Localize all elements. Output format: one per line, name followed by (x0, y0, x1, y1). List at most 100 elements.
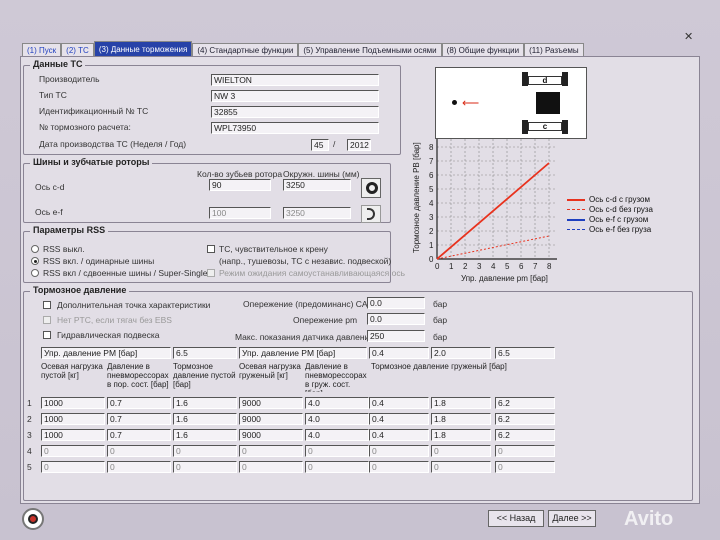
pm-right-value-2[interactable]: 2.0 (431, 347, 491, 359)
rss-twin-radio[interactable] (31, 269, 39, 277)
x-tick-label: 3 (477, 262, 482, 271)
cell-brake-empty[interactable]: 1.6 (173, 429, 237, 441)
col-brake-empty: Тормозное давление пустой [бар] (173, 362, 236, 389)
cell-b3[interactable]: 0 (495, 445, 555, 457)
cell-load[interactable]: 9000 (239, 413, 303, 425)
cell-b2[interactable]: 0 (431, 445, 491, 457)
cell-b1[interactable]: 0.4 (369, 397, 429, 409)
pm-left-value[interactable]: 6.5 (173, 347, 237, 359)
rss-off-radio[interactable] (31, 245, 39, 253)
tab-connectors[interactable]: (11) Разъемы (524, 43, 584, 57)
cell-b3[interactable]: 0 (495, 461, 555, 473)
cell-press-loaded[interactable]: 0 (305, 445, 369, 457)
cell-press-loaded[interactable]: 4.0 (305, 413, 369, 425)
advance-can-label: Опережение (предоминанс) CAN (243, 299, 374, 309)
hydraulic-checkbox[interactable] (43, 331, 51, 339)
close-icon[interactable]: ✕ (684, 30, 693, 43)
cell-empty-load[interactable]: 0 (41, 461, 105, 473)
type-label: Тип ТС (39, 90, 67, 100)
cell-b1[interactable]: 0 (369, 445, 429, 457)
self-wait-checkbox[interactable] (207, 269, 215, 277)
extra-point-checkbox[interactable] (43, 301, 51, 309)
cell-b2[interactable]: 1.8 (431, 413, 491, 425)
cd-circ-field[interactable]: 3250 (283, 179, 351, 191)
max-sensor-field[interactable]: 250 (367, 330, 425, 342)
cell-press-empty[interactable]: 0.7 (107, 429, 171, 441)
y-tick-label: 5 (429, 185, 434, 194)
brake-pressure-title: Тормозное давление (30, 285, 130, 295)
legend-ef-loaded: Ось e-f с грузом (589, 215, 649, 224)
pm-right-value-1[interactable]: 0.4 (369, 347, 429, 359)
cell-press-loaded[interactable]: 4.0 (305, 397, 369, 409)
col-load-loaded: Осевая нагрузка груженый [кг] (239, 362, 301, 380)
cell-load[interactable]: 9000 (239, 397, 303, 409)
tab-start[interactable]: (1) Пуск (22, 43, 62, 57)
advance-pm-field[interactable]: 0.0 (367, 313, 425, 325)
cell-b3[interactable]: 6.2 (495, 397, 555, 409)
cd-teeth-field[interactable]: 90 (209, 179, 271, 191)
app-logo (22, 508, 44, 530)
cell-press-loaded[interactable]: 4.0 (305, 429, 369, 441)
cell-b3[interactable]: 6.2 (495, 413, 555, 425)
pm-header-left: Упр. давление PM [бар] (41, 347, 171, 359)
legend-cd-loaded: Ось c-d с грузом (589, 195, 650, 204)
y-tick-label: 3 (429, 213, 434, 222)
manufacturer-field[interactable]: WIELTON (211, 74, 379, 86)
cell-press-empty[interactable]: 0 (107, 461, 171, 473)
roll-sensitive-label: ТС, чувствительное к крену (219, 244, 328, 254)
no-ptc-label: Нет PTC, если тягач без EBS (57, 315, 172, 325)
cell-load[interactable]: 0 (239, 461, 303, 473)
tab-general-functions[interactable]: (8) Общие функции (441, 43, 525, 57)
tab-brake-data[interactable]: (3) Данные торможения (93, 41, 193, 57)
calc-field[interactable]: WPL73950 (211, 122, 379, 134)
tab-lift-axles[interactable]: (5) Управление Подъемными осями (298, 43, 442, 57)
rss-single-label: RSS вкл. / одинарные шины (43, 256, 155, 266)
wheel-bottom-right (562, 120, 568, 134)
roll-sensitive-checkbox[interactable] (207, 245, 215, 253)
advance-can-field[interactable]: 0.0 (367, 297, 425, 309)
type-field[interactable]: NW 3 (211, 90, 379, 102)
cell-b3[interactable]: 6.2 (495, 429, 555, 441)
year-field[interactable]: 2012 (347, 139, 371, 151)
cell-press-empty[interactable]: 0 (107, 445, 171, 457)
cell-brake-empty[interactable]: 1.6 (173, 397, 237, 409)
teeth-header: Кол-во зубьев ротора (197, 169, 283, 179)
next-button[interactable]: Далее >> (548, 510, 596, 527)
cell-brake-empty[interactable]: 1.6 (173, 413, 237, 425)
pm-right-value-3[interactable]: 6.5 (495, 347, 555, 359)
cell-empty-load[interactable]: 1000 (41, 397, 105, 409)
cell-press-loaded[interactable]: 0 (305, 461, 369, 473)
row-number: 5 (27, 462, 32, 472)
cell-load[interactable]: 0 (239, 445, 303, 457)
wheel-ef-icon[interactable] (361, 205, 381, 223)
cell-empty-load[interactable]: 1000 (41, 429, 105, 441)
cell-b1[interactable]: 0 (369, 461, 429, 473)
no-ptc-checkbox[interactable] (43, 316, 51, 324)
cell-brake-empty[interactable]: 0 (173, 445, 237, 457)
cell-brake-empty[interactable]: 0 (173, 461, 237, 473)
cell-load[interactable]: 9000 (239, 429, 303, 441)
cell-b1[interactable]: 0.4 (369, 413, 429, 425)
cell-b2[interactable]: 1.8 (431, 397, 491, 409)
cell-b2[interactable]: 0 (431, 461, 491, 473)
cell-empty-load[interactable]: 1000 (41, 413, 105, 425)
tab-vehicle[interactable]: (2) ТС (61, 43, 94, 57)
ef-teeth-field[interactable]: 100 (209, 207, 271, 219)
rss-single-radio[interactable] (31, 257, 39, 265)
cell-empty-load[interactable]: 0 (41, 445, 105, 457)
axle-diagram: d c ⟵ (435, 67, 587, 139)
y-tick-label: 6 (429, 171, 434, 180)
week-field[interactable]: 45 (311, 139, 329, 151)
cell-press-empty[interactable]: 0.7 (107, 397, 171, 409)
id-field[interactable]: 32855 (211, 106, 379, 118)
tab-standard-functions[interactable]: (4) Стандартные функции (192, 43, 299, 57)
cell-b1[interactable]: 0.4 (369, 429, 429, 441)
wheel-cd-icon[interactable] (361, 178, 381, 198)
tires-title: Шины и зубчатые роторы (30, 157, 153, 167)
direction-arrow-icon: ⟵ (462, 96, 480, 110)
cell-b2[interactable]: 1.8 (431, 429, 491, 441)
back-button[interactable]: << Назад (488, 510, 544, 527)
axle-ef-label: Ось e-f (35, 207, 63, 217)
cell-press-empty[interactable]: 0.7 (107, 413, 171, 425)
ef-circ-field[interactable]: 3250 (283, 207, 351, 219)
